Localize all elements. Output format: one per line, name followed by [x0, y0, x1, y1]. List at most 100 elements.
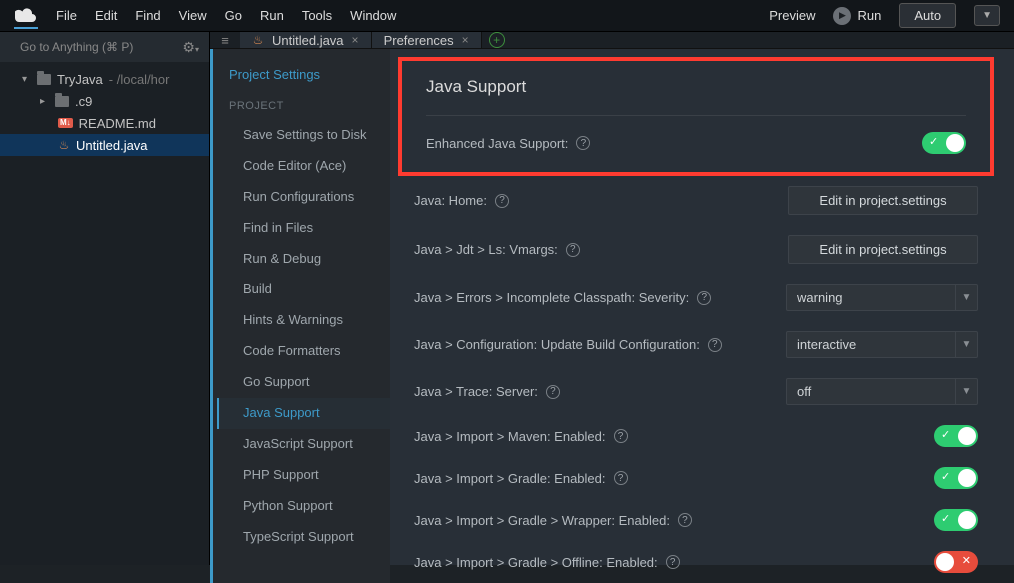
edit-in-project-settings-button[interactable]: Edit in project.settings [788, 235, 978, 264]
preview-button[interactable]: Preview [769, 8, 815, 23]
psb-save-settings[interactable]: Save Settings to Disk [213, 120, 390, 151]
markdown-icon: M↓ [58, 118, 73, 128]
help-icon[interactable]: ? [576, 136, 590, 150]
run-button[interactable]: ▶ Run [833, 7, 881, 25]
tab-strip: ≡ ♨ Untitled.java × Preferences × + [210, 32, 1014, 49]
file-tree: Go to Anything (⌘ P) ⚙▾ TryJava - /local… [0, 32, 210, 565]
menu-file[interactable]: File [56, 8, 77, 23]
auto-dropdown[interactable]: ▼ [974, 5, 1000, 26]
setting-row: Java > Jdt > Ls: Vmargs:?Edit in project… [390, 225, 1002, 274]
setting-row: Java > Configuration: Update Build Confi… [390, 321, 1002, 368]
setting-toggle[interactable] [934, 551, 978, 573]
setting-row: Enhanced Java Support:? [426, 116, 966, 158]
tab-prefs-label: Preferences [384, 33, 454, 48]
setting-toggle[interactable] [934, 509, 978, 531]
psb-js-support[interactable]: JavaScript Support [213, 429, 390, 460]
setting-row: Java > Errors > Incomplete Classpath: Se… [390, 274, 1002, 321]
setting-toggle[interactable] [934, 425, 978, 447]
setting-select[interactable]: warning [786, 284, 956, 311]
psb-find-in-files[interactable]: Find in Files [213, 213, 390, 244]
tree-untitled-java[interactable]: ♨ Untitled.java [0, 134, 209, 156]
tree-untitled-label: Untitled.java [76, 138, 148, 153]
tab-file-label: Untitled.java [272, 33, 344, 48]
tree-root-name: TryJava [57, 72, 103, 87]
setting-row: Java > Import > Gradle > Wrapper: Enable… [390, 499, 1002, 541]
tab-list-icon[interactable]: ≡ [210, 32, 240, 48]
help-icon[interactable]: ? [666, 555, 680, 569]
project-category-label: PROJECT [213, 96, 390, 120]
menu-tools[interactable]: Tools [302, 8, 332, 23]
run-label: Run [857, 8, 881, 23]
auto-button[interactable]: Auto [899, 3, 956, 28]
goto-hint: Go to Anything (⌘ P) [20, 40, 133, 54]
project-settings-link[interactable]: Project Settings [213, 61, 390, 96]
menubar: File Edit Find View Go Run Tools Window … [0, 0, 1014, 32]
setting-label: Java > Trace: Server:? [414, 384, 560, 399]
new-tab-button[interactable]: + [482, 32, 512, 48]
setting-row: Java > Trace: Server:? off▼ [390, 368, 1002, 415]
psb-java-support[interactable]: Java Support [217, 398, 390, 429]
menu-run[interactable]: Run [260, 8, 284, 23]
psb-run-debug[interactable]: Run & Debug [213, 244, 390, 275]
setting-row: Java > Import > Maven: Enabled:? [390, 415, 1002, 457]
close-icon[interactable]: × [462, 33, 469, 47]
close-icon[interactable]: × [352, 33, 359, 47]
tree-readme[interactable]: M↓ README.md [0, 112, 209, 134]
highlight-box: Java Support Enhanced Java Support:? [398, 57, 994, 176]
help-icon[interactable]: ? [697, 291, 711, 305]
psb-ts-support[interactable]: TypeScript Support [213, 522, 390, 553]
chevron-down-icon[interactable]: ▼ [956, 331, 978, 358]
help-icon[interactable]: ? [614, 429, 628, 443]
tab-untitled-java[interactable]: ♨ Untitled.java × [240, 32, 372, 48]
psb-run-config[interactable]: Run Configurations [213, 182, 390, 213]
setting-label: Enhanced Java Support:? [426, 136, 590, 151]
setting-select[interactable]: interactive [786, 331, 956, 358]
settings-panel: Java Support Enhanced Java Support:? Jav… [390, 49, 1014, 583]
menu-go[interactable]: Go [225, 8, 242, 23]
menu-window[interactable]: Window [350, 8, 396, 23]
psb-hints-warnings[interactable]: Hints & Warnings [213, 305, 390, 336]
menu-find[interactable]: Find [135, 8, 160, 23]
setting-label: Java > Import > Gradle: Enabled:? [414, 471, 628, 486]
psb-code-editor[interactable]: Code Editor (Ace) [213, 151, 390, 182]
chevron-down-icon[interactable]: ▼ [956, 378, 978, 405]
menu-edit[interactable]: Edit [95, 8, 117, 23]
psb-php-support[interactable]: PHP Support [213, 460, 390, 491]
gear-icon[interactable]: ⚙▾ [182, 39, 199, 56]
psb-go-support[interactable]: Go Support [213, 367, 390, 398]
plus-icon: + [489, 32, 505, 48]
java-icon: ♨ [58, 138, 70, 152]
edit-in-project-settings-button[interactable]: Edit in project.settings [788, 186, 978, 215]
setting-row: Java: Home:? Edit in project.settings [390, 176, 1002, 225]
help-icon[interactable]: ? [495, 194, 509, 208]
psb-python-support[interactable]: Python Support [213, 491, 390, 522]
folder-icon [55, 96, 69, 107]
tree-root[interactable]: TryJava - /local/hor [0, 68, 209, 90]
cloud9-logo-icon[interactable] [14, 7, 38, 29]
setting-label: Java > Errors > Incomplete Classpath: Se… [414, 290, 711, 305]
tree-c9-label: .c9 [75, 94, 92, 109]
setting-label: Java > Configuration: Update Build Confi… [414, 337, 722, 352]
tree-root-path: - /local/hor [109, 72, 170, 87]
menu-view[interactable]: View [179, 8, 207, 23]
tab-preferences[interactable]: Preferences × [372, 32, 482, 48]
tree-c9[interactable]: .c9 [0, 90, 209, 112]
help-icon[interactable]: ? [678, 513, 692, 527]
setting-select[interactable]: off [786, 378, 956, 405]
help-icon[interactable]: ? [708, 338, 722, 352]
help-icon[interactable]: ? [614, 471, 628, 485]
help-icon[interactable]: ? [546, 385, 560, 399]
setting-label: Java: Home:? [414, 193, 509, 208]
folder-icon [37, 74, 51, 85]
psb-code-formatters[interactable]: Code Formatters [213, 336, 390, 367]
help-icon[interactable]: ? [566, 243, 580, 257]
psb-build[interactable]: Build [213, 274, 390, 305]
setting-row: Java > Import > Gradle: Enabled:? [390, 457, 1002, 499]
enhanced-java-toggle[interactable] [922, 132, 966, 154]
setting-label: Java > Import > Gradle > Offline: Enable… [414, 555, 680, 570]
goto-anything[interactable]: Go to Anything (⌘ P) ⚙▾ [0, 32, 209, 62]
setting-row: Java > Import > Gradle > Offline: Enable… [390, 541, 1002, 583]
setting-toggle[interactable] [934, 467, 978, 489]
chevron-down-icon[interactable]: ▼ [956, 284, 978, 311]
setting-label: Java > Import > Maven: Enabled:? [414, 429, 628, 444]
